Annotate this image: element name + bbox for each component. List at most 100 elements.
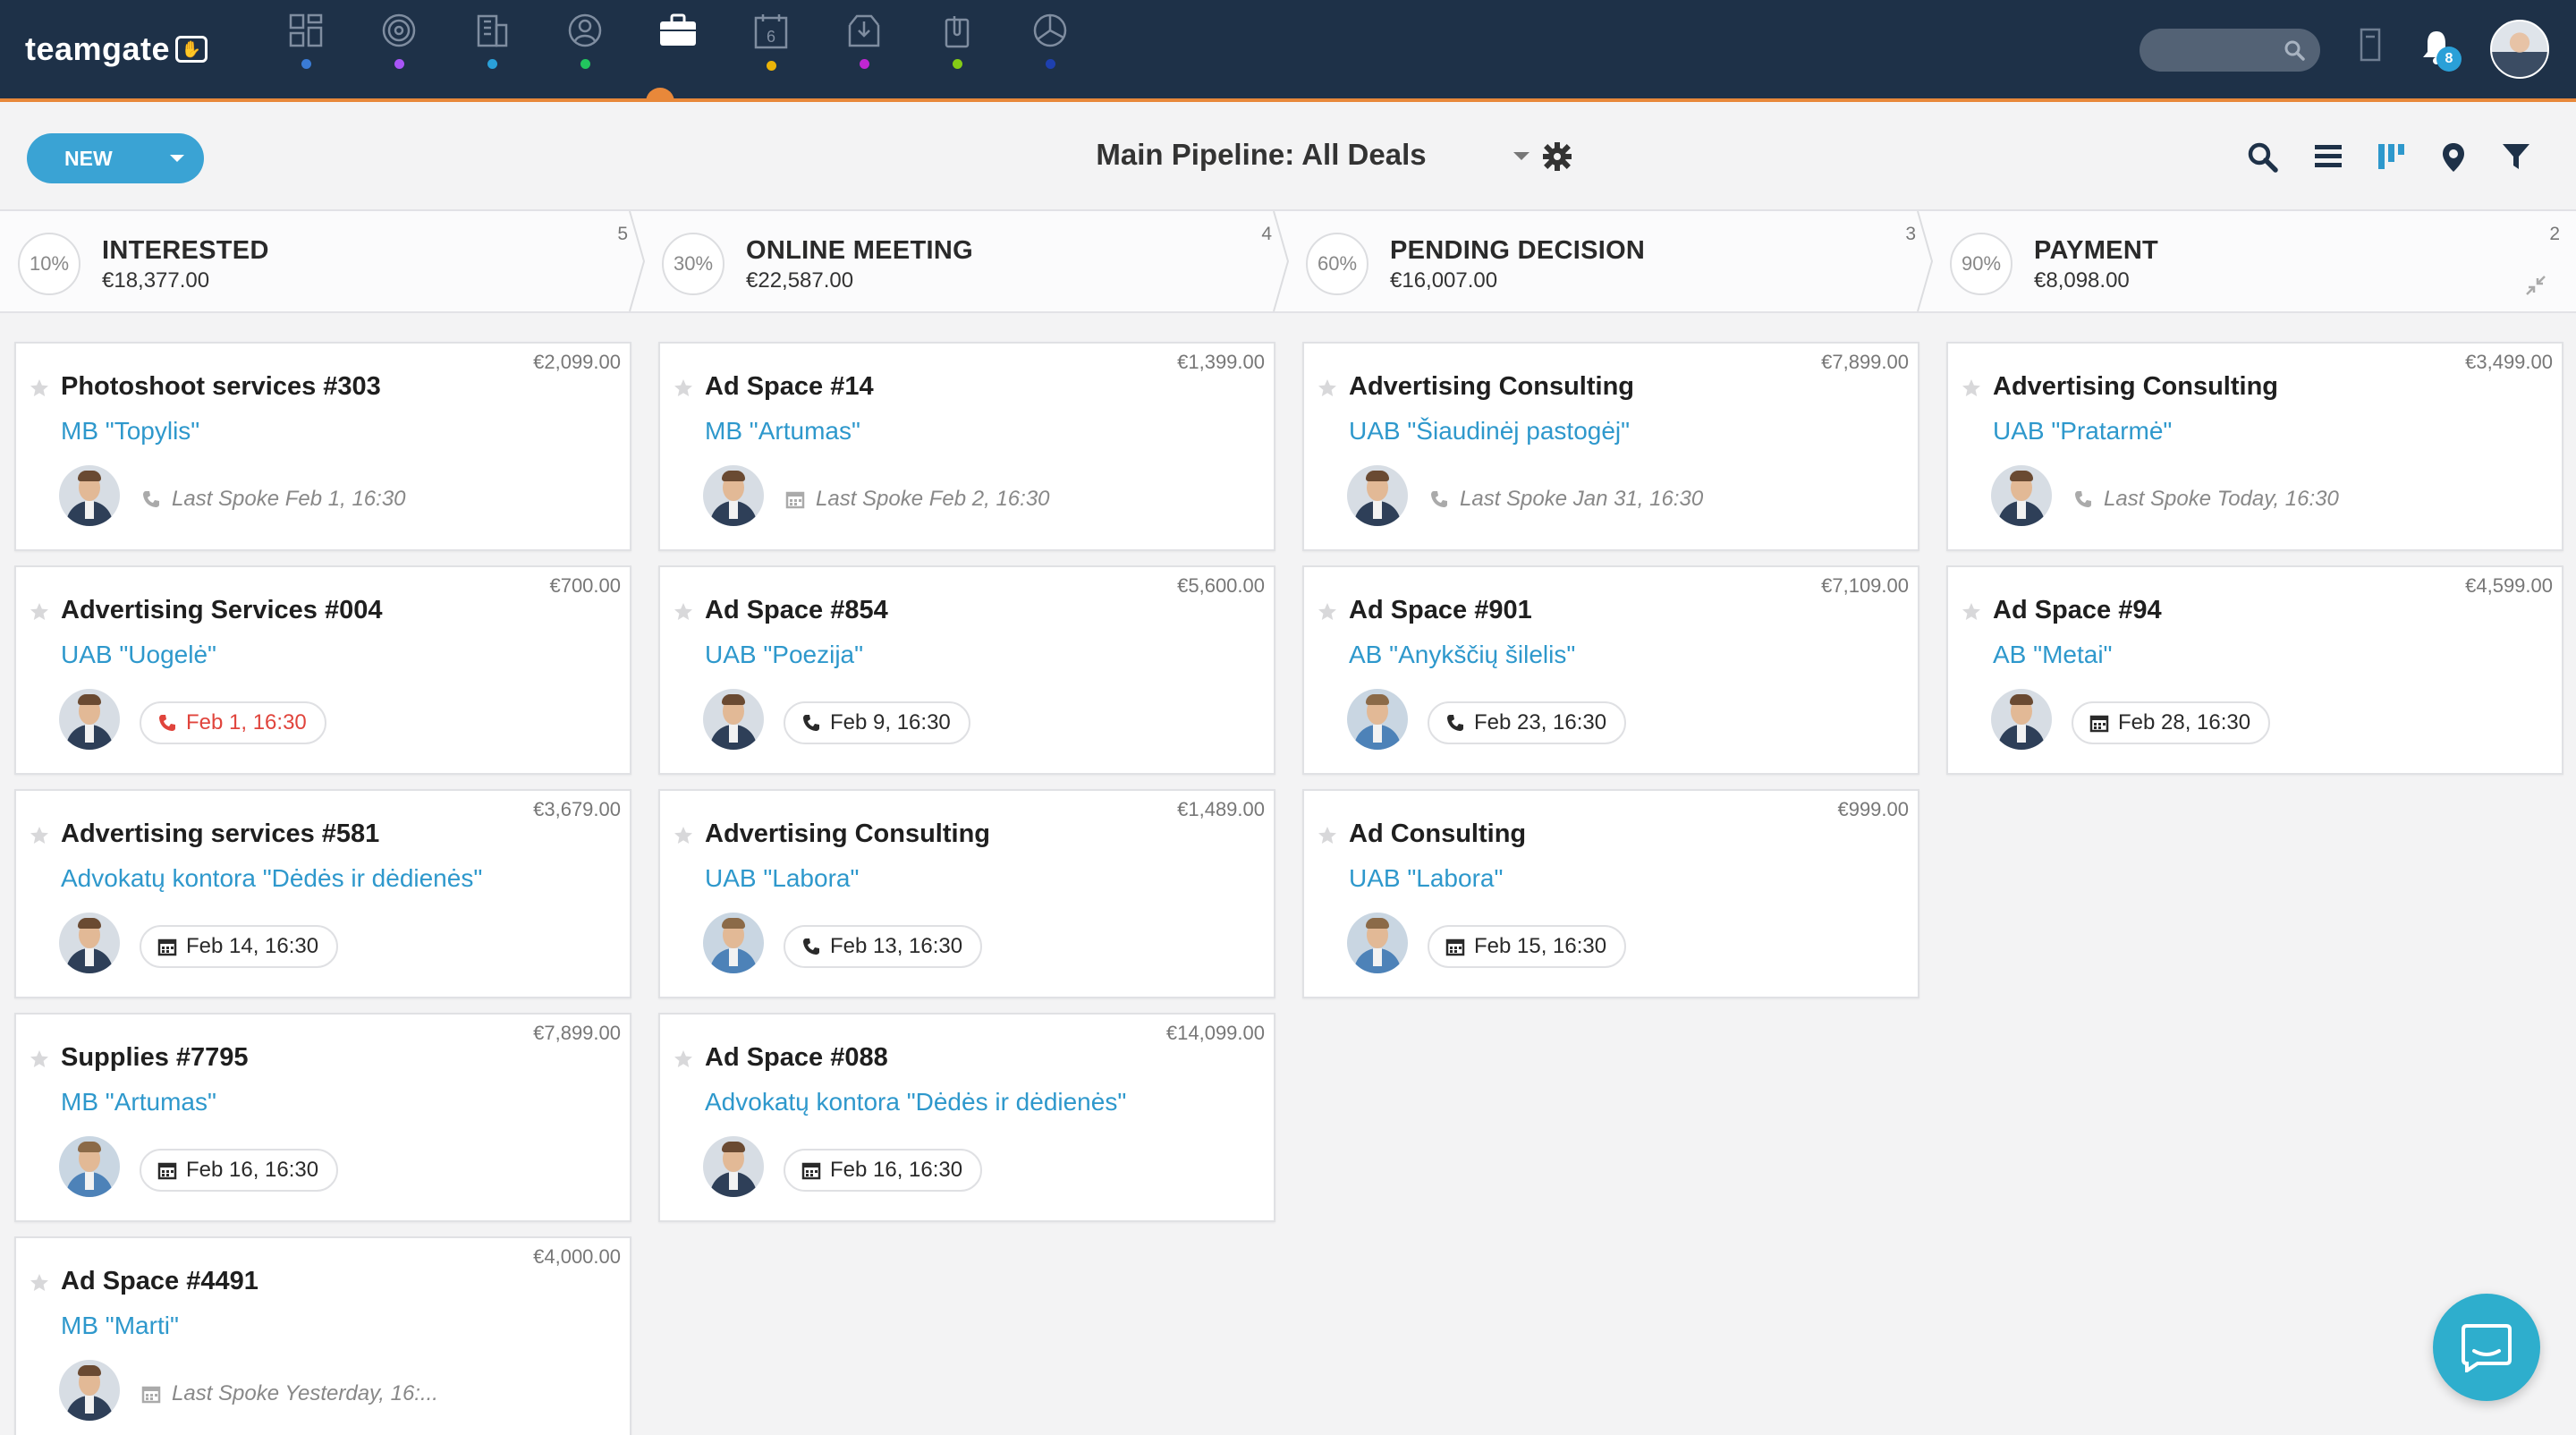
nav-goals[interactable] xyxy=(352,0,445,98)
deal-card[interactable]: €2,099.00 Photoshoot services #303 MB "Top… xyxy=(14,342,631,551)
next-activity-pill[interactable]: Feb 16, 16:30 xyxy=(784,1149,983,1192)
pipeline-dropdown-caret-icon[interactable] xyxy=(1513,152,1530,160)
deal-owner-avatar[interactable] xyxy=(703,689,764,750)
deal-card[interactable]: €1,489.00 Advertising Consulting UAB "Labo… xyxy=(658,789,1275,998)
teamgate-logo[interactable]: teamgate ✋ xyxy=(25,27,208,72)
deal-owner-avatar[interactable] xyxy=(59,689,120,750)
next-activity-pill[interactable]: Feb 23, 16:30 xyxy=(1428,701,1627,744)
deal-title[interactable]: Supplies #7795 xyxy=(61,1043,249,1073)
search-input[interactable] xyxy=(2157,38,2283,63)
nav-dashboard[interactable] xyxy=(259,0,352,98)
nav-inbox[interactable] xyxy=(818,0,911,98)
deal-title[interactable]: Ad Space #94 xyxy=(1993,596,2162,625)
deal-company-link[interactable]: AB "Metai" xyxy=(1993,641,2112,669)
deal-company-link[interactable]: MB "Marti" xyxy=(61,1312,179,1340)
filter-icon[interactable] xyxy=(2501,141,2531,172)
favorite-star-icon[interactable] xyxy=(673,1049,694,1070)
deal-owner-avatar[interactable] xyxy=(703,1136,764,1197)
favorite-star-icon[interactable] xyxy=(29,601,50,623)
favorite-star-icon[interactable] xyxy=(1317,825,1338,846)
favorite-star[interactable] xyxy=(673,1049,694,1074)
favorite-star[interactable] xyxy=(673,825,694,851)
favorite-star[interactable] xyxy=(1961,378,1982,403)
deal-company-link[interactable]: UAB "Labora" xyxy=(1349,864,1503,893)
favorite-star[interactable] xyxy=(29,1272,50,1298)
favorite-star-icon[interactable] xyxy=(1317,601,1338,623)
deal-owner-avatar[interactable] xyxy=(1347,689,1408,750)
favorite-star-icon[interactable] xyxy=(673,378,694,399)
deal-title[interactable]: Photoshoot services #303 xyxy=(61,372,381,402)
deal-card[interactable]: €3,499.00 Advertising Consulting UAB "Prat… xyxy=(1946,342,2563,551)
nav-people[interactable] xyxy=(538,0,631,98)
deal-title[interactable]: Advertising Consulting xyxy=(705,819,990,849)
deal-title[interactable]: Ad Consulting xyxy=(1349,819,1526,849)
favorite-star[interactable] xyxy=(29,601,50,627)
deal-company-link[interactable]: AB "Anykščių šilelis" xyxy=(1349,641,1575,669)
favorite-star[interactable] xyxy=(1961,601,1982,627)
map-view-pin-icon[interactable] xyxy=(2440,141,2467,174)
chat-launcher-button[interactable] xyxy=(2433,1294,2540,1401)
deal-card[interactable]: €7,899.00 Advertising Consulting UAB "Šiau… xyxy=(1302,342,1919,551)
list-view-icon[interactable] xyxy=(2313,141,2343,172)
deal-owner-avatar[interactable] xyxy=(59,1136,120,1197)
favorite-star-icon[interactable] xyxy=(29,1272,50,1294)
next-activity-pill[interactable]: Feb 15, 16:30 xyxy=(1428,925,1627,968)
favorite-star-icon[interactable] xyxy=(673,825,694,846)
stage-interested[interactable]: 10% INTERESTED €18,377.00 5 xyxy=(0,211,646,311)
deal-title[interactable]: Advertising Consulting xyxy=(1993,372,2278,402)
deal-card[interactable]: €4,000.00 Ad Space #4491 MB "Marti" Last Sp… xyxy=(14,1236,631,1435)
next-activity-pill[interactable]: Feb 16, 16:30 xyxy=(140,1149,339,1192)
deal-owner-avatar[interactable] xyxy=(703,913,764,973)
favorite-star[interactable] xyxy=(673,601,694,627)
nav-reports[interactable] xyxy=(1004,0,1097,98)
deal-card[interactable]: €3,679.00 Advertising services #581 Advoka… xyxy=(14,789,631,998)
next-activity-pill[interactable]: Feb 28, 16:30 xyxy=(2072,701,2271,744)
deal-company-link[interactable]: MB "Artumas" xyxy=(705,417,860,446)
collapse-arrows-icon[interactable] xyxy=(2524,274,2547,297)
deal-owner-avatar[interactable] xyxy=(1991,465,2052,526)
deal-owner-avatar[interactable] xyxy=(1991,689,2052,750)
favorite-star-icon[interactable] xyxy=(1961,378,1982,399)
deal-title[interactable]: Ad Space #901 xyxy=(1349,596,1532,625)
deal-owner-avatar[interactable] xyxy=(59,913,120,973)
favorite-star[interactable] xyxy=(29,1049,50,1074)
deal-company-link[interactable]: MB "Topylis" xyxy=(61,417,199,446)
stage-pending-decision[interactable]: 60% PENDING DECISION €16,007.00 3 xyxy=(1288,211,1934,311)
deal-title[interactable]: Ad Space #088 xyxy=(705,1043,888,1073)
pipeline-settings-gear-icon[interactable] xyxy=(1542,141,1572,172)
favorite-star-icon[interactable] xyxy=(1317,378,1338,399)
deal-card[interactable]: €1,399.00 Ad Space #14 MB "Artumas" Last Sp… xyxy=(658,342,1275,551)
favorite-star-icon[interactable] xyxy=(29,378,50,399)
deal-owner-avatar[interactable] xyxy=(1347,465,1408,526)
deal-card[interactable]: €4,599.00 Ad Space #94 AB "Metai" Feb 28, 1… xyxy=(1946,565,2563,775)
favorite-star[interactable] xyxy=(1317,378,1338,403)
deal-company-link[interactable]: UAB "Labora" xyxy=(705,864,859,893)
stage-online-meeting[interactable]: 30% ONLINE MEETING €22,587.00 4 xyxy=(644,211,1290,311)
user-avatar[interactable] xyxy=(2490,20,2549,79)
deal-title[interactable]: Advertising services #581 xyxy=(61,819,379,849)
deal-card[interactable]: €7,109.00 Ad Space #901 AB "Anykščių šilel… xyxy=(1302,565,1919,775)
deal-card[interactable]: €5,600.00 Ad Space #854 UAB "Poezija" Feb 9… xyxy=(658,565,1275,775)
deal-title[interactable]: Ad Space #854 xyxy=(705,596,888,625)
favorite-star[interactable] xyxy=(673,378,694,403)
deal-title[interactable]: Ad Space #14 xyxy=(705,372,874,402)
deal-card[interactable]: €7,899.00 Supplies #7795 MB "Artumas" Feb 1… xyxy=(14,1013,631,1222)
next-activity-pill[interactable]: Feb 14, 16:30 xyxy=(140,925,339,968)
deal-card[interactable]: €999.00 Ad Consulting UAB "Labora" Feb 15, … xyxy=(1302,789,1919,998)
deal-owner-avatar[interactable] xyxy=(59,1360,120,1421)
next-activity-pill[interactable]: Feb 13, 16:30 xyxy=(784,925,983,968)
deal-company-link[interactable]: Advokatų kontora "Dėdės ir dėdienės" xyxy=(705,1088,1126,1117)
favorite-star[interactable] xyxy=(29,825,50,851)
favorite-star-icon[interactable] xyxy=(1961,601,1982,623)
favorite-star[interactable] xyxy=(1317,825,1338,851)
deal-title[interactable]: Advertising Consulting xyxy=(1349,372,1634,402)
next-activity-pill[interactable]: Feb 1, 16:30 xyxy=(140,701,326,744)
search-icon[interactable] xyxy=(2283,38,2306,62)
favorite-star-icon[interactable] xyxy=(673,601,694,623)
deal-company-link[interactable]: MB "Artumas" xyxy=(61,1088,216,1117)
favorite-star[interactable] xyxy=(1317,601,1338,627)
deal-company-link[interactable]: UAB "Uogelė" xyxy=(61,641,216,669)
new-dropdown-caret-icon[interactable] xyxy=(170,155,184,162)
deal-card[interactable]: €700.00 Advertising Services #004 UAB "Uog… xyxy=(14,565,631,775)
favorite-star[interactable] xyxy=(29,378,50,403)
